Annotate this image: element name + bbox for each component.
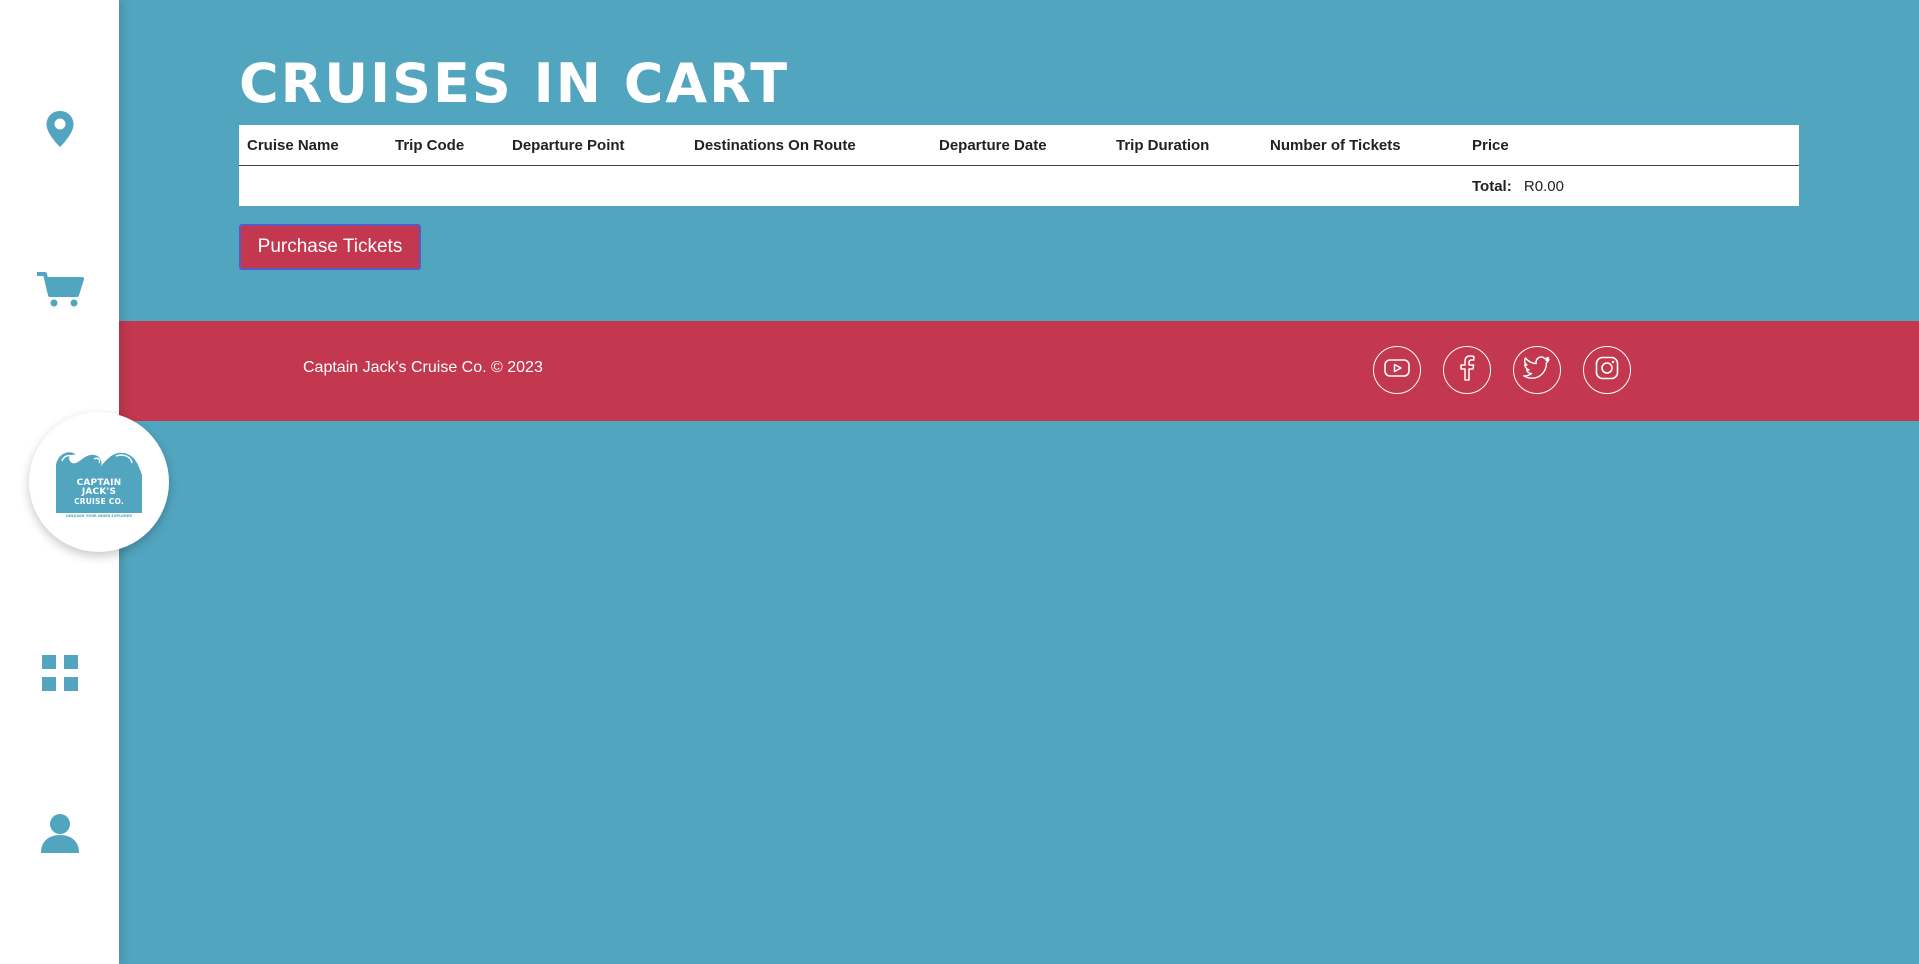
sidebar-item-account[interactable] — [0, 803, 119, 863]
facebook-link[interactable] — [1443, 346, 1491, 394]
logo-line-3: CRUISE CO. — [74, 497, 124, 506]
total-row-spacer — [239, 166, 1464, 207]
cart-table: Cruise Name Trip Code Departure Point De… — [239, 125, 1799, 206]
logo-emblem: CAPTAIN JACK'S CRUISE CO. UNLEASH YOUR I… — [54, 447, 144, 518]
user-icon — [40, 813, 80, 853]
cart-icon — [36, 270, 84, 308]
facebook-icon — [1458, 354, 1476, 386]
column-header-price: Price — [1464, 125, 1799, 166]
instagram-link[interactable] — [1583, 346, 1631, 394]
total-label: Total: — [1472, 177, 1512, 195]
column-header-destinations: Destinations On Route — [686, 125, 931, 166]
total-cell: Total: R0.00 — [1464, 166, 1799, 207]
sidebar: CAPTAIN JACK'S CRUISE CO. UNLEASH YOUR I… — [0, 0, 169, 964]
purchase-tickets-button[interactable]: Purchase Tickets — [239, 224, 421, 270]
location-pin-icon — [45, 110, 75, 148]
logo-line-2: JACK'S — [81, 487, 117, 497]
column-header-cruise-name: Cruise Name — [239, 125, 387, 166]
table-header-row: Cruise Name Trip Code Departure Point De… — [239, 125, 1799, 166]
column-header-departure-point: Departure Point — [504, 125, 686, 166]
sidebar-item-locations[interactable] — [0, 99, 119, 159]
sidebar-item-cart[interactable] — [0, 259, 119, 319]
youtube-icon — [1384, 358, 1410, 383]
column-header-trip-code: Trip Code — [387, 125, 504, 166]
twitter-link[interactable] — [1513, 346, 1561, 394]
column-header-trip-duration: Trip Duration — [1108, 125, 1262, 166]
page-title: Cruises in Cart — [239, 52, 790, 115]
total-value: R0.00 — [1523, 177, 1564, 195]
twitter-icon — [1523, 355, 1551, 385]
column-header-departure-date: Departure Date — [931, 125, 1108, 166]
column-header-ticket-count: Number of Tickets — [1262, 125, 1464, 166]
company-logo[interactable]: CAPTAIN JACK'S CRUISE CO. UNLEASH YOUR I… — [29, 412, 169, 552]
sidebar-item-catalog[interactable] — [0, 643, 119, 703]
grid-icon — [41, 655, 78, 691]
copyright-text: Captain Jack's Cruise Co. © 2023 — [303, 359, 543, 376]
youtube-link[interactable] — [1373, 346, 1421, 394]
table-total-row: Total: R0.00 — [239, 166, 1799, 207]
instagram-icon — [1595, 356, 1619, 385]
footer: Captain Jack's Cruise Co. © 2023 — [119, 321, 1919, 421]
logo-tagline: UNLEASH YOUR INNER EXPLORER — [66, 514, 132, 518]
